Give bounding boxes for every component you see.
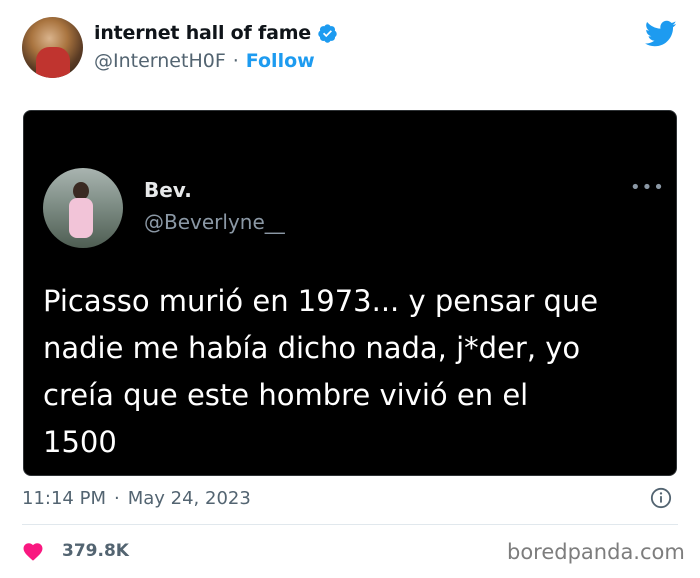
like-count[interactable]: 379.8K (62, 541, 129, 561)
divider (22, 524, 678, 525)
more-options-icon[interactable]: ••• (630, 179, 665, 197)
author-handle[interactable]: @InternetH0F (94, 50, 226, 72)
engagement-bar: 379.8K (22, 536, 129, 566)
author-avatar[interactable] (22, 17, 83, 78)
tweet-time[interactable]: 11:14 PM (22, 488, 106, 509)
tweet-text-line: nadie me había dicho nada, j*der, yo (43, 331, 581, 365)
handle-separator: · (232, 50, 239, 72)
embedded-author-handle[interactable]: @Beverlyne__ (144, 210, 285, 234)
tweet-header: internet hall of fame @InternetH0F · Fol… (0, 0, 700, 100)
tweet-date[interactable]: May 24, 2023 (128, 488, 251, 509)
tweet-timestamp[interactable]: 11:14 PM · May 24, 2023 (22, 488, 251, 509)
author-name-row: internet hall of fame (94, 22, 338, 44)
timestamp-separator: · (113, 488, 120, 509)
twitter-bird-icon[interactable] (645, 20, 677, 48)
embedded-author-name[interactable]: Bev. (144, 178, 192, 202)
verified-badge-icon (318, 23, 337, 43)
info-icon[interactable] (650, 487, 672, 509)
heart-icon[interactable] (22, 541, 44, 561)
follow-button[interactable]: Follow (246, 50, 315, 72)
author-handle-row: @InternetH0F · Follow (94, 50, 315, 72)
tweet-text-line: Picasso murió en 1973... y pensar que (43, 284, 599, 318)
embedded-author-avatar[interactable] (43, 168, 123, 248)
author-display-name[interactable]: internet hall of fame (94, 22, 311, 44)
embedded-tweet-text: Picasso murió en 1973... y pensar que na… (43, 278, 663, 466)
tweet-text-line: 1500 (43, 425, 117, 459)
watermark: boredpanda.com (507, 540, 685, 564)
embedded-tweet-card[interactable]: Bev. @Beverlyne__ ••• Picasso murió en 1… (23, 110, 677, 476)
tweet-text-line: creía que este hombre vivió en el (43, 378, 529, 412)
